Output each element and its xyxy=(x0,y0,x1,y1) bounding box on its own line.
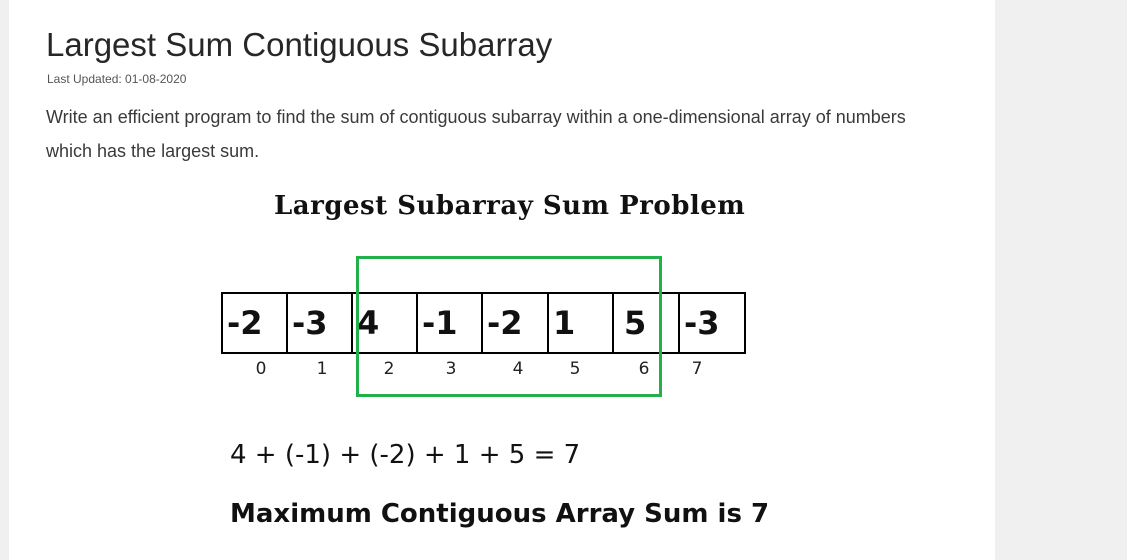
array-cell: -2 xyxy=(221,292,288,354)
diagram-title: Largest Subarray Sum Problem xyxy=(274,191,746,221)
result-statement: Maximum Contiguous Array Sum is 7 xyxy=(230,499,770,529)
page: Largest Sum Contiguous Subarray Last Upd… xyxy=(0,0,1127,560)
max-subarray-highlight xyxy=(356,256,662,397)
array-index: 7 xyxy=(691,359,703,379)
array-cell: -3 xyxy=(286,292,353,354)
array-index: 0 xyxy=(255,359,267,379)
sum-equation: 4 + (-1) + (-2) + 1 + 5 = 7 xyxy=(230,440,581,470)
article-description: Write an efficient program to find the s… xyxy=(46,107,906,161)
last-updated-date: Last Updated: 01-08-2020 xyxy=(47,72,187,86)
array-index: 1 xyxy=(316,359,328,379)
page-title: Largest Sum Contiguous Subarray xyxy=(46,26,553,63)
array-cell: -3 xyxy=(678,292,746,354)
article-container: Largest Sum Contiguous Subarray Last Upd… xyxy=(9,0,995,560)
